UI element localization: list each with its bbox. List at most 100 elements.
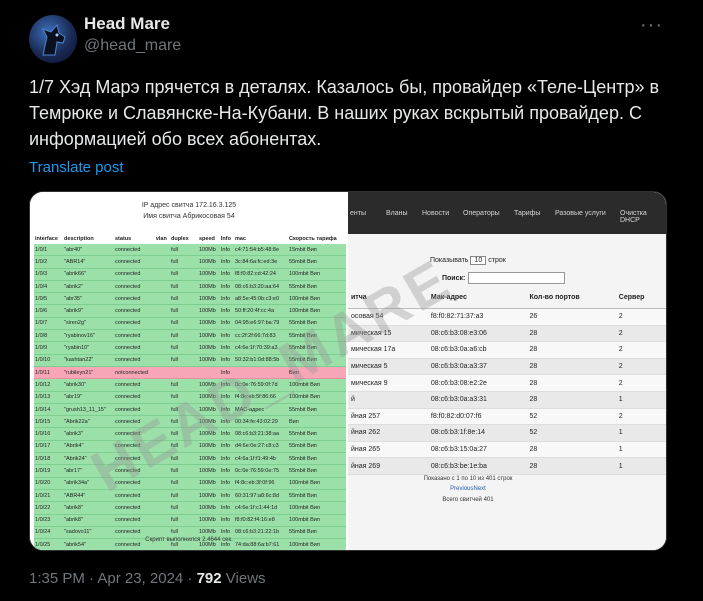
- port-cell: "ryabinov16": [63, 329, 114, 343]
- port-cell: 100Mb: [197, 514, 220, 527]
- port-cell: [154, 514, 170, 527]
- column-header: speed: [198, 236, 215, 242]
- port-cell: "abr40": [63, 244, 114, 257]
- port-cell: 100mbit Вип: [288, 268, 346, 281]
- port-cell: 50:ff:20:4f:cc:4a: [234, 304, 289, 318]
- translate-post-link[interactable]: Translate post: [29, 159, 124, 176]
- port-cell: Info: [219, 501, 234, 515]
- page-size-control: Показывать 10 строк: [430, 256, 506, 265]
- switch-cell: йная 265: [348, 441, 428, 459]
- switch-cell: 26: [526, 308, 616, 326]
- port-cell: 1/0/20: [34, 477, 64, 490]
- port-cell: "abrik8": [63, 501, 114, 515]
- port-cell: "abr35": [63, 292, 114, 306]
- switch-list-panel: енты Вланы Новости Операторы Тарифы Разовые у…: [348, 192, 666, 550]
- port-cell: Вип: [288, 415, 346, 429]
- show-suffix: строк: [488, 257, 506, 264]
- author-handle[interactable]: @head_mare: [84, 37, 181, 55]
- switch-ip: IP адрес свитча 172.16.3.125: [141, 202, 237, 209]
- port-cell: 100Mb: [197, 292, 220, 306]
- switch-cell: 2: [615, 374, 666, 392]
- port-cell: "abrik8": [63, 514, 114, 527]
- switch-row: йная 269 08:c6:b3:be:1e:ba 28 1: [348, 457, 666, 475]
- port-cell: 1/0/9: [34, 341, 64, 355]
- port-cell: Info: [219, 280, 234, 294]
- port-cell: notconnected: [114, 366, 155, 380]
- port-cell: "Abrik22a": [63, 415, 114, 429]
- column-header: status: [115, 236, 132, 242]
- port-cell: Info: [219, 452, 234, 466]
- avatar[interactable]: [29, 15, 77, 63]
- port-cell: connected: [114, 304, 155, 318]
- switch-total: Всего свитчей 401: [442, 497, 494, 503]
- attached-image[interactable]: IP адрес свитча 172.16.3.125 Имя свитча …: [29, 191, 667, 551]
- port-cell: "abrik9": [63, 304, 114, 318]
- port-cell: 08:c6:b3:20:aa:64: [234, 280, 289, 294]
- port-cell: connected: [114, 255, 155, 269]
- port-cell: full: [169, 317, 198, 331]
- port-cell: Info: [219, 244, 234, 257]
- port-cell: "siren2g": [63, 317, 114, 331]
- port-cell: a8:5e:45:0b:c3:e0: [234, 292, 289, 306]
- port-cell: Info: [219, 514, 234, 527]
- switch-name: Имя свитча Абрикосовая 54: [143, 213, 235, 220]
- switch-cell: 1: [615, 391, 666, 409]
- port-cell: "rubileyn21": [63, 366, 114, 380]
- port-cell: connected: [114, 378, 155, 392]
- author-name[interactable]: Head Mare: [84, 14, 170, 34]
- port-cell: [154, 304, 170, 318]
- nav-item: Очистка DHCP: [620, 210, 647, 224]
- column-header: Скорость тарифа: [289, 236, 337, 242]
- column-header: vlan: [155, 236, 167, 242]
- port-cell: connected: [114, 341, 155, 355]
- port-row: 1/0/6 "abrik9" connected full 100Mb Info 50:ff…: [34, 304, 346, 318]
- port-cell: 1/0/7: [34, 317, 64, 331]
- port-cell: 55mbit Вип: [288, 464, 346, 478]
- port-cell: 1/0/21: [34, 489, 64, 503]
- port-cell: connected: [114, 317, 155, 331]
- post-time[interactable]: 1:35 PM · Apr 23, 2024 ·: [29, 570, 197, 587]
- port-cell: c4:6a:1f:f1:49:4b: [234, 452, 289, 466]
- port-cell: "abrik2": [63, 280, 114, 294]
- port-cell: 0c:0e:76:59:0e:75: [234, 464, 289, 478]
- port-row: 1/0/22 "abrik8" connected full 100Mb Info c4:6…: [34, 501, 346, 515]
- switch-cell: 2: [615, 341, 666, 359]
- port-cell: [154, 341, 170, 355]
- port-cell: full: [169, 292, 198, 306]
- switch-cell: 08:c6:b3:15:0a:27: [427, 441, 527, 459]
- port-cell: connected: [114, 354, 155, 367]
- column-header: interface: [35, 236, 58, 242]
- switch-cell: 28: [526, 358, 616, 376]
- switch-cell: 2: [615, 308, 666, 326]
- port-cell: 100Mb: [197, 280, 220, 294]
- column-header: description: [64, 236, 94, 242]
- port-cell: 1/0/4: [34, 280, 64, 294]
- page-size-select: 10: [470, 256, 487, 265]
- port-cell: full: [169, 477, 198, 490]
- port-cell: 100Mb: [197, 255, 220, 269]
- port-cell: 100mbit Вип: [288, 514, 346, 527]
- views-count: 792: [196, 570, 222, 587]
- port-cell: connected: [114, 514, 155, 527]
- port-cell: 100Mb: [197, 464, 220, 478]
- port-cell: c4:71:54:b5:48:8e: [234, 244, 289, 257]
- switch-cell: 52: [526, 424, 616, 442]
- switch-cell: 08:c6:b3:0a:a3:31: [427, 391, 527, 409]
- port-cell: 55mbit Вип: [288, 403, 346, 417]
- more-icon[interactable]: ···: [640, 14, 663, 37]
- post-meta: 1:35 PM · Apr 23, 2024 · 792 Views: [29, 570, 266, 587]
- port-row: 1/0/4 "abrik2" connected full 100Mb Info 08:c6…: [34, 280, 346, 294]
- port-cell: [154, 255, 170, 269]
- nav-item: Тарифы: [514, 210, 541, 217]
- switch-cell: 28: [526, 457, 616, 475]
- port-cell: "ABR14": [63, 255, 114, 269]
- nav-item: Операторы: [463, 210, 500, 217]
- port-row: 1/0/23 "abrik8" connected full 100Mb Info f8:f…: [34, 514, 346, 527]
- port-cell: [154, 489, 170, 503]
- port-cell: Info: [219, 329, 234, 343]
- port-cell: connected: [114, 329, 155, 343]
- port-cell: 1/0/17: [34, 440, 64, 454]
- table-info: Показано с 1 по 10 из 401 строк: [423, 476, 513, 482]
- port-cell: 04:95:e6:97:ba:79: [234, 317, 289, 331]
- port-cell: 55mbit Вип: [288, 255, 346, 269]
